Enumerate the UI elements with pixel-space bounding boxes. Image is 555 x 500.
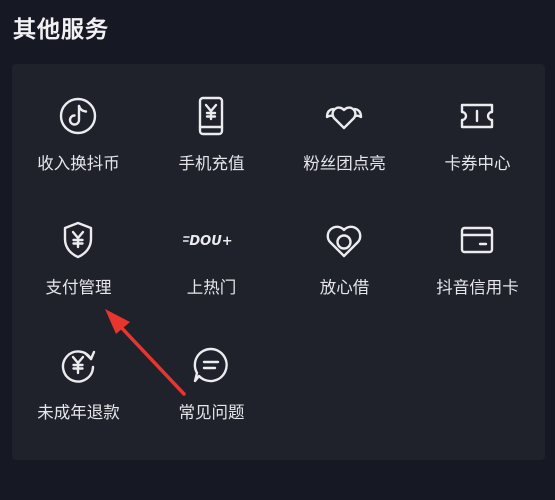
section-title: 其他服务 [13, 17, 109, 43]
refund-yen-icon [61, 350, 96, 383]
phone-yen-icon [198, 96, 224, 136]
service-fan-club[interactable]: 粉丝团点亮 [278, 64, 411, 174]
service-dou-plus[interactable]: DOU+ 上热门 [145, 188, 278, 298]
service-label: 支付管理 [45, 278, 112, 297]
service-label: 抖音信用卡 [436, 278, 519, 297]
winged-heart-icon [325, 106, 363, 130]
service-label: 上热门 [186, 278, 237, 297]
service-label: 收入换抖币 [37, 154, 120, 173]
dou-plus-logo-text: DOU+ [189, 234, 232, 249]
service-credit-card[interactable]: 抖音信用卡 [411, 188, 544, 298]
service-label: 粉丝团点亮 [303, 154, 386, 173]
service-minor-refund[interactable]: 未成年退款 [12, 313, 145, 423]
services-grid: 收入换抖币 手机充值 粉丝团点亮 卡券中心 支付管理 DOU+ 上热门 放心借 … [12, 64, 545, 460]
service-fangxin-loan[interactable]: 放心借 [278, 188, 411, 298]
service-label: 未成年退款 [37, 403, 120, 422]
dou-plus-icon: DOU+ [183, 234, 233, 249]
shield-yen-icon [63, 221, 93, 259]
chat-bubble-icon [193, 347, 228, 383]
service-income-to-coins[interactable]: 收入换抖币 [12, 64, 145, 174]
service-label: 卡券中心 [444, 154, 511, 173]
douyin-logo-icon [59, 97, 97, 135]
credit-card-icon [460, 226, 494, 254]
heart-coin-icon [326, 225, 362, 258]
service-label: 常见问题 [178, 403, 245, 422]
service-payment-management[interactable]: 支付管理 [12, 188, 145, 298]
service-faq[interactable]: 常见问题 [145, 313, 278, 423]
service-coupon-center[interactable]: 卡券中心 [411, 64, 544, 174]
service-phone-topup[interactable]: 手机充值 [145, 64, 278, 174]
services-panel: 收入换抖币 手机充值 粉丝团点亮 卡券中心 支付管理 DOU+ 上热门 放心借 … [12, 64, 545, 460]
service-label: 放心借 [319, 278, 370, 297]
ticket-icon [460, 103, 494, 129]
service-label: 手机充值 [178, 154, 245, 173]
